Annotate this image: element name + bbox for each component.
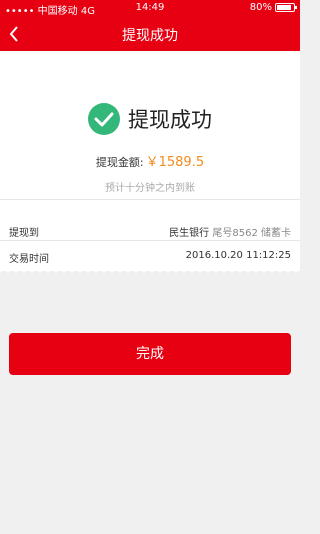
bank-account: 尾号8562 储蓄卡	[212, 228, 291, 239]
nav-bar: 提现成功	[0, 17, 300, 51]
battery-indicator: 80%	[249, 2, 297, 13]
time-value: 2016.10.20 11:12:25	[185, 250, 291, 261]
time-label: 交易时间	[9, 254, 49, 265]
arrival-hint: 预计十分钟之内到账	[105, 183, 195, 194]
amount-label: 提现金额:	[95, 156, 144, 169]
check-circle-icon	[88, 103, 120, 135]
success-title: 提现成功	[128, 108, 212, 132]
done-button[interactable]: 完成	[9, 333, 291, 375]
battery-percent: 80%	[249, 2, 272, 13]
amount-value: ￥1589.5	[145, 155, 205, 170]
success-header: 提现成功	[0, 103, 300, 135]
receipt-edge	[0, 267, 300, 273]
bank-value: 民生银行 尾号8562 储蓄卡	[169, 224, 291, 239]
bank-label: 提现到	[9, 228, 39, 239]
divider	[0, 240, 300, 241]
battery-icon	[275, 3, 297, 12]
divider	[0, 199, 300, 200]
page-title: 提现成功	[122, 28, 178, 44]
amount-row: 提现金额: ￥1589.5	[0, 151, 300, 170]
result-card: 提现成功 提现金额: ￥1589.5 预计十分钟之内到账 提现到 民生银行 尾号8…	[0, 51, 300, 271]
bank-name: 民生银行	[169, 228, 210, 239]
status-bar: ••••• 中国移动 4G 14:49 80%	[0, 0, 300, 17]
